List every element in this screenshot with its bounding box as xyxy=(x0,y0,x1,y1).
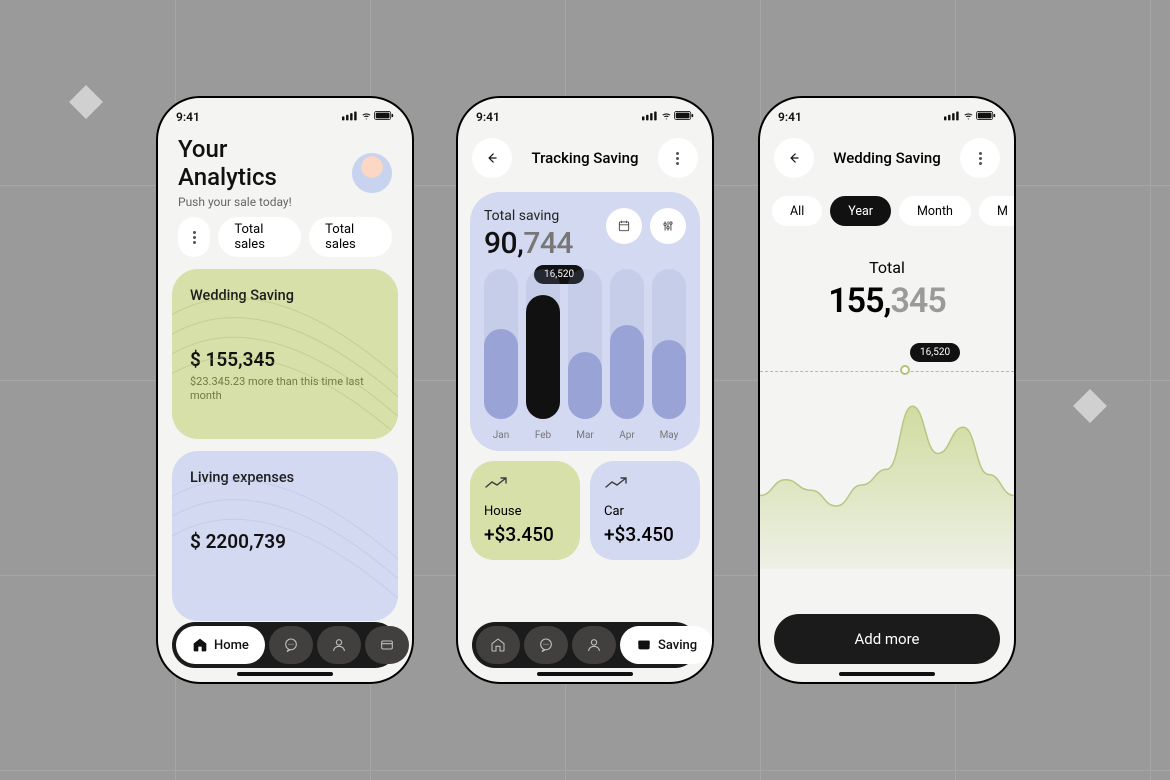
add-more-button[interactable]: Add more xyxy=(774,614,1000,664)
phone-wedding-saving: 9:41 Wedding Saving AllYearMonthM Total … xyxy=(758,96,1016,684)
nav-wallet[interactable] xyxy=(365,626,409,664)
savings-bar-chart[interactable]: 16,520 JanFebMarAprMay xyxy=(484,271,686,441)
user-icon xyxy=(586,637,602,653)
trend-up-icon xyxy=(484,476,514,490)
page-subtitle: Push your sale today! xyxy=(178,195,292,209)
sliders-icon xyxy=(661,219,675,233)
tile-house[interactable]: House +$3.450 xyxy=(470,461,580,560)
total-saving-panel: Total saving 90,744 16,520 JanFebMarAprM… xyxy=(470,192,700,451)
back-button[interactable] xyxy=(472,138,512,178)
status-bar: 9:41 xyxy=(458,98,712,128)
tile-title: House xyxy=(484,504,566,519)
more-button[interactable] xyxy=(960,138,1000,178)
card-amount: $ 2200,739 xyxy=(190,530,380,553)
card-note: $23.345.23 more than this time last mont… xyxy=(190,375,370,404)
total-value: 155,345 xyxy=(760,281,1014,321)
total-saving-value: 90,744 xyxy=(484,226,573,261)
home-icon xyxy=(192,637,208,653)
savings-area-chart[interactable]: 16,520 xyxy=(760,339,1014,569)
nav-saving[interactable]: Saving xyxy=(620,626,713,664)
more-button[interactable] xyxy=(658,138,698,178)
status-time: 9:41 xyxy=(476,110,500,124)
nav-label: Saving xyxy=(658,638,697,653)
trend-up-icon xyxy=(604,476,634,490)
tile-amount: +$3.450 xyxy=(604,523,686,546)
decor-diamond xyxy=(69,85,103,119)
status-bar: 9:41 xyxy=(158,98,412,128)
wallet-icon xyxy=(636,637,652,653)
range-segmented-control: All Year Month M xyxy=(760,186,1014,240)
tile-amount: +$3.450 xyxy=(484,523,566,546)
nav-chat[interactable] xyxy=(269,626,313,664)
home-icon xyxy=(490,637,506,653)
chat-icon xyxy=(283,637,299,653)
total-label: Total xyxy=(760,258,1014,277)
bottom-nav: Home xyxy=(172,622,398,668)
home-indicator xyxy=(839,672,935,676)
page-title: YourAnalytics xyxy=(178,136,292,191)
status-bar: 9:41 xyxy=(760,98,1014,128)
segment-m[interactable]: M xyxy=(979,196,1014,226)
segment-all[interactable]: All xyxy=(772,196,822,226)
home-indicator xyxy=(237,672,333,676)
status-time: 9:41 xyxy=(176,110,200,124)
decor-diamond xyxy=(1073,389,1107,423)
chat-icon xyxy=(538,637,554,653)
more-vertical-icon xyxy=(979,152,982,165)
calendar-icon xyxy=(617,219,631,233)
more-button[interactable] xyxy=(178,217,210,257)
status-time: 9:41 xyxy=(778,110,802,124)
nav-profile[interactable] xyxy=(317,626,361,664)
more-vertical-icon xyxy=(193,231,196,244)
nav-label: Home xyxy=(214,638,249,653)
home-indicator xyxy=(537,672,633,676)
filter-button[interactable] xyxy=(650,208,686,244)
calendar-button[interactable] xyxy=(606,208,642,244)
status-icons xyxy=(642,110,694,124)
chip-total-sales[interactable]: Total sales xyxy=(309,217,392,257)
page-title: Tracking Saving xyxy=(532,149,639,167)
arrow-left-icon xyxy=(485,151,499,165)
status-icons xyxy=(944,110,996,124)
card-living-expenses[interactable]: Living expenses $ 2200,739 xyxy=(172,451,398,621)
card-wedding-saving[interactable]: Wedding Saving $ 155,345 $23.345.23 more… xyxy=(172,269,398,439)
card-amount: $ 155,345 xyxy=(190,348,380,371)
chart-tooltip: 16,520 xyxy=(910,343,960,362)
nav-profile[interactable] xyxy=(572,626,616,664)
total-saving-label: Total saving xyxy=(484,208,573,224)
phone-tracking-saving: 9:41 Tracking Saving Total saving 9 xyxy=(456,96,714,684)
page-title: Wedding Saving xyxy=(833,149,941,167)
avatar[interactable] xyxy=(352,153,392,193)
phone-analytics: 9:41 YourAnalytics Push your sale today! xyxy=(156,96,414,684)
nav-home[interactable] xyxy=(476,626,520,664)
chart-reference-line xyxy=(760,371,1014,372)
chart-marker xyxy=(900,365,910,375)
nav-home[interactable]: Home xyxy=(176,626,265,664)
card-title: Living expenses xyxy=(190,469,380,486)
more-vertical-icon xyxy=(676,152,679,165)
back-button[interactable] xyxy=(774,138,814,178)
segment-year[interactable]: Year xyxy=(830,196,891,226)
nav-chat[interactable] xyxy=(524,626,568,664)
user-icon xyxy=(331,637,347,653)
chip-total-sales[interactable]: Total sales xyxy=(218,217,301,257)
segment-month[interactable]: Month xyxy=(899,196,971,226)
tile-title: Car xyxy=(604,504,686,519)
tile-car[interactable]: Car +$3.450 xyxy=(590,461,700,560)
wallet-icon xyxy=(379,637,395,653)
card-title: Wedding Saving xyxy=(190,287,380,304)
bottom-nav: Saving xyxy=(472,622,698,668)
arrow-left-icon xyxy=(787,151,801,165)
status-icons xyxy=(342,110,394,124)
